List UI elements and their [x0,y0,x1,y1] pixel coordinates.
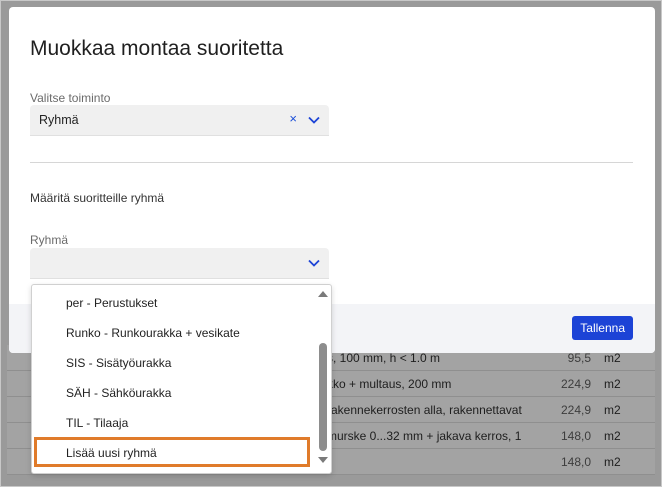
group-select[interactable] [30,248,329,279]
list-item[interactable]: Runko - Runkourakka + vesikate [32,317,316,347]
option-label: SÄH - Sähköurakka [66,386,172,400]
list-item[interactable]: SÄH - Sähköurakka [32,377,316,407]
scrollbar-thumb[interactable] [319,343,327,451]
action-select[interactable]: Ryhmä × [30,105,329,136]
group-field-label: Ryhmä [30,233,69,247]
row-unit: m2 [604,351,621,365]
save-button[interactable]: Tallenna [572,316,633,340]
group-options-list[interactable]: per - Perustukset Runko - Runkourakka + … [31,284,332,474]
row-unit: m2 [604,403,621,417]
action-field-label: Valitse toiminto [30,91,111,105]
option-label: per - Perustukset [66,296,158,310]
row-description: murske 0...32 mm + jakava kerros, 1 [327,429,522,443]
option-label: SIS - Sisätyöurakka [66,356,172,370]
option-label: TIL - Tilaaja [66,416,129,430]
row-quantity: 224,9 [560,377,591,391]
clear-icon[interactable]: × [289,111,297,126]
scroll-down-arrow-icon[interactable] [318,457,328,463]
row-description: kko + multaus, 200 mm [327,377,452,391]
chevron-down-icon[interactable] [307,113,321,127]
option-label: Runko - Runkourakka + vesikate [66,326,240,340]
row-unit: m2 [604,377,621,391]
row-description: rakennekerrosten alla, rakennettavat [327,403,522,417]
chevron-down-icon[interactable] [307,256,321,270]
list-item[interactable]: per - Perustukset [32,287,316,317]
add-new-group-option[interactable]: Lisää uusi ryhmä [34,437,310,467]
row-unit: m2 [604,429,621,443]
row-quantity: 224,9 [560,403,591,417]
section-description: Määritä suoritteille ryhmä [30,191,165,205]
row-quantity: 95,5 [567,351,591,365]
list-item[interactable]: SIS - Sisätyöurakka [32,347,316,377]
row-quantity: 148,0 [560,455,591,469]
dialog-title: Muokkaa montaa suoritetta [30,37,284,60]
divider [30,162,633,163]
row-quantity: 148,0 [560,429,591,443]
action-select-value: Ryhmä [39,113,79,127]
scroll-up-arrow-icon[interactable] [318,291,328,297]
app-window: s, 100 mm, h < 1.0 m 95,5 m2 kko + multa… [0,0,662,487]
list-item[interactable]: TIL - Tilaaja [32,407,316,437]
row-description: s, 100 mm, h < 1.0 m [327,351,441,365]
row-unit: m2 [604,455,621,469]
option-label: Lisää uusi ryhmä [66,446,157,460]
